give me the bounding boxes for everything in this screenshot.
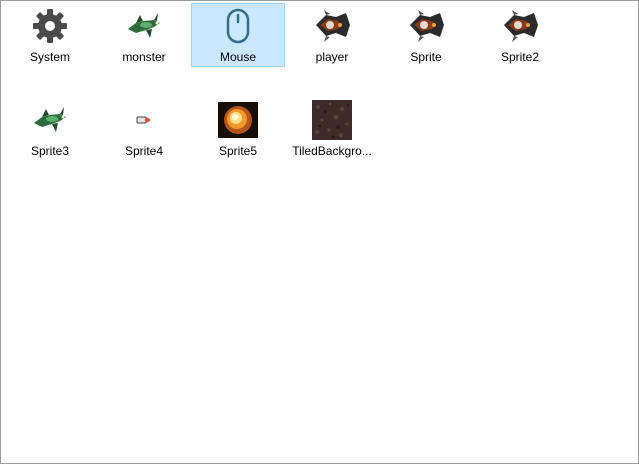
object-item-tiledbackground[interactable]: TiledBackgro... (285, 97, 379, 161)
object-label: System (29, 50, 70, 64)
bullet-icon (124, 101, 164, 139)
mouse-icon (218, 7, 258, 45)
object-item-sprite[interactable]: Sprite (379, 3, 473, 67)
tiled-background-icon (312, 100, 352, 140)
object-label: Mouse (219, 50, 257, 64)
object-item-sprite2[interactable]: Sprite2 (473, 3, 567, 67)
object-item-player[interactable]: player (285, 3, 379, 67)
object-label: monster (122, 50, 166, 64)
object-item-mouse[interactable]: Mouse (191, 3, 285, 67)
object-label: Sprite3 (30, 144, 70, 158)
player-ship-icon (312, 7, 352, 45)
object-panel: System monster Mouse player Sprite Sprit… (0, 0, 639, 464)
object-label: Sprite5 (218, 144, 258, 158)
object-label: TiledBackgro... (292, 144, 372, 158)
explosion-icon (218, 101, 258, 139)
player-ship-icon (406, 7, 446, 45)
object-item-sprite5[interactable]: Sprite5 (191, 97, 285, 161)
gear-icon (30, 7, 70, 45)
object-label: Sprite2 (500, 50, 540, 64)
object-item-sprite4[interactable]: Sprite4 (97, 97, 191, 161)
green-monster-icon (124, 7, 164, 45)
object-item-system[interactable]: System (3, 3, 97, 67)
object-item-sprite3[interactable]: Sprite3 (3, 97, 97, 161)
object-label: player (315, 50, 349, 64)
object-item-monster[interactable]: monster (97, 3, 191, 67)
green-monster-icon (30, 101, 70, 139)
player-ship-icon (500, 7, 540, 45)
object-label: Sprite (410, 50, 442, 64)
object-label: Sprite4 (124, 144, 164, 158)
